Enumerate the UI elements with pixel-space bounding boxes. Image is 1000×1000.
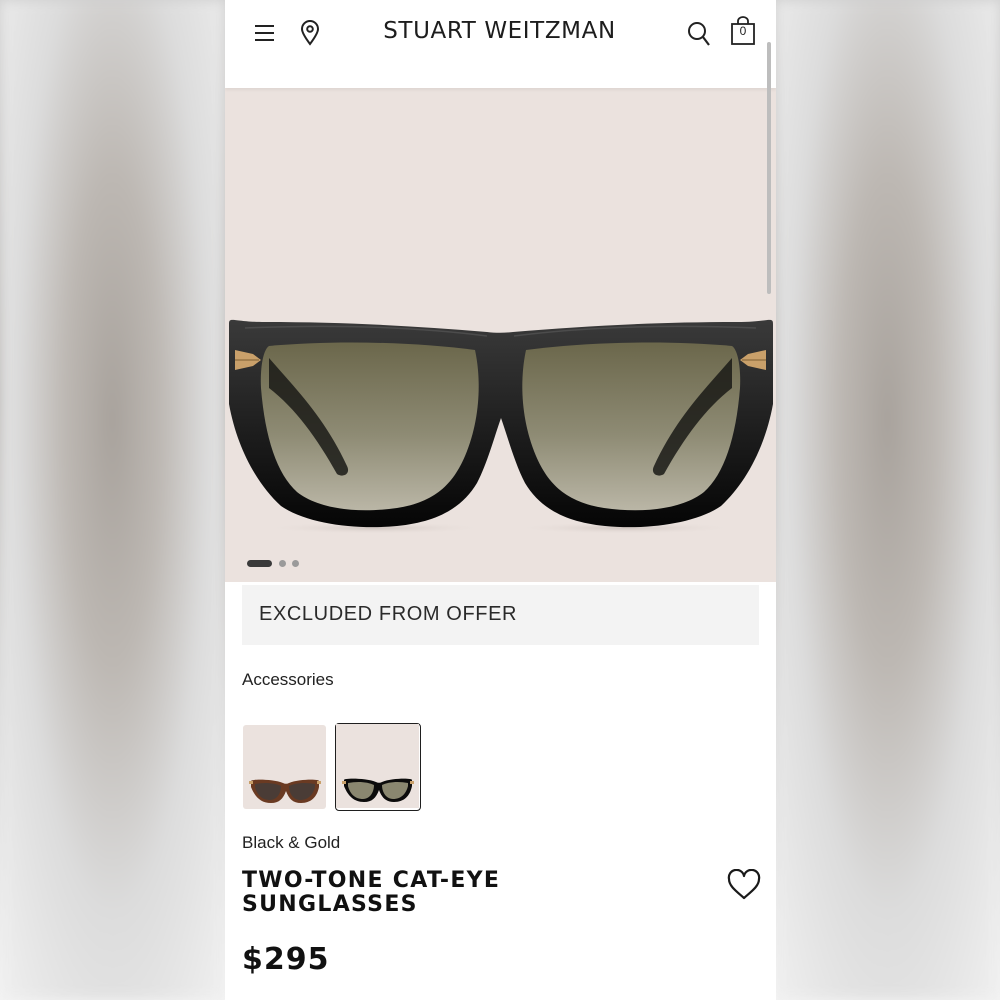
pagination-dot[interactable] xyxy=(292,560,299,567)
black-gold-swatch[interactable] xyxy=(335,723,421,811)
location-pin-icon[interactable] xyxy=(299,20,321,51)
pagination-dot[interactable] xyxy=(279,560,286,567)
tortoise-sunglasses-thumbnail xyxy=(249,779,321,803)
shopping-bag-icon[interactable]: 0 xyxy=(729,16,757,46)
menu-icon[interactable] xyxy=(253,22,277,49)
cart-count-badge: 0 xyxy=(739,24,747,38)
search-icon[interactable] xyxy=(686,20,712,53)
black-gold-sunglasses-thumbnail xyxy=(336,724,419,808)
mobile-page: STUART WEITZMAN 0 EXCLUDED FROM OFFER Ac… xyxy=(225,0,776,1000)
pagination-dot-active[interactable] xyxy=(247,560,272,567)
tortoise-swatch[interactable] xyxy=(243,725,326,809)
wishlist-heart-icon[interactable] xyxy=(726,868,762,906)
offer-notice-label: EXCLUDED FROM OFFER xyxy=(259,603,518,625)
product-title-line-1: TWO-TONE CAT-EYE xyxy=(242,868,501,893)
offer-notice: EXCLUDED FROM OFFER xyxy=(242,585,759,645)
product-title: TWO-TONE CAT-EYE SUNGLASSES xyxy=(242,869,622,917)
blurred-background-left xyxy=(0,0,225,1000)
product-category[interactable]: Accessories xyxy=(242,670,334,690)
product-price: $295 xyxy=(242,942,330,977)
product-title-line-2: SUNGLASSES xyxy=(242,892,418,917)
scrollbar[interactable] xyxy=(767,42,771,294)
brand-logo[interactable]: STUART WEITZMAN xyxy=(357,18,642,44)
selected-color-name: Black & Gold xyxy=(242,833,341,852)
sunglasses-image xyxy=(229,319,773,534)
product-image-gallery[interactable] xyxy=(225,88,776,582)
blurred-background-right xyxy=(775,0,1000,1000)
top-navigation-bar: STUART WEITZMAN 0 xyxy=(225,0,776,88)
